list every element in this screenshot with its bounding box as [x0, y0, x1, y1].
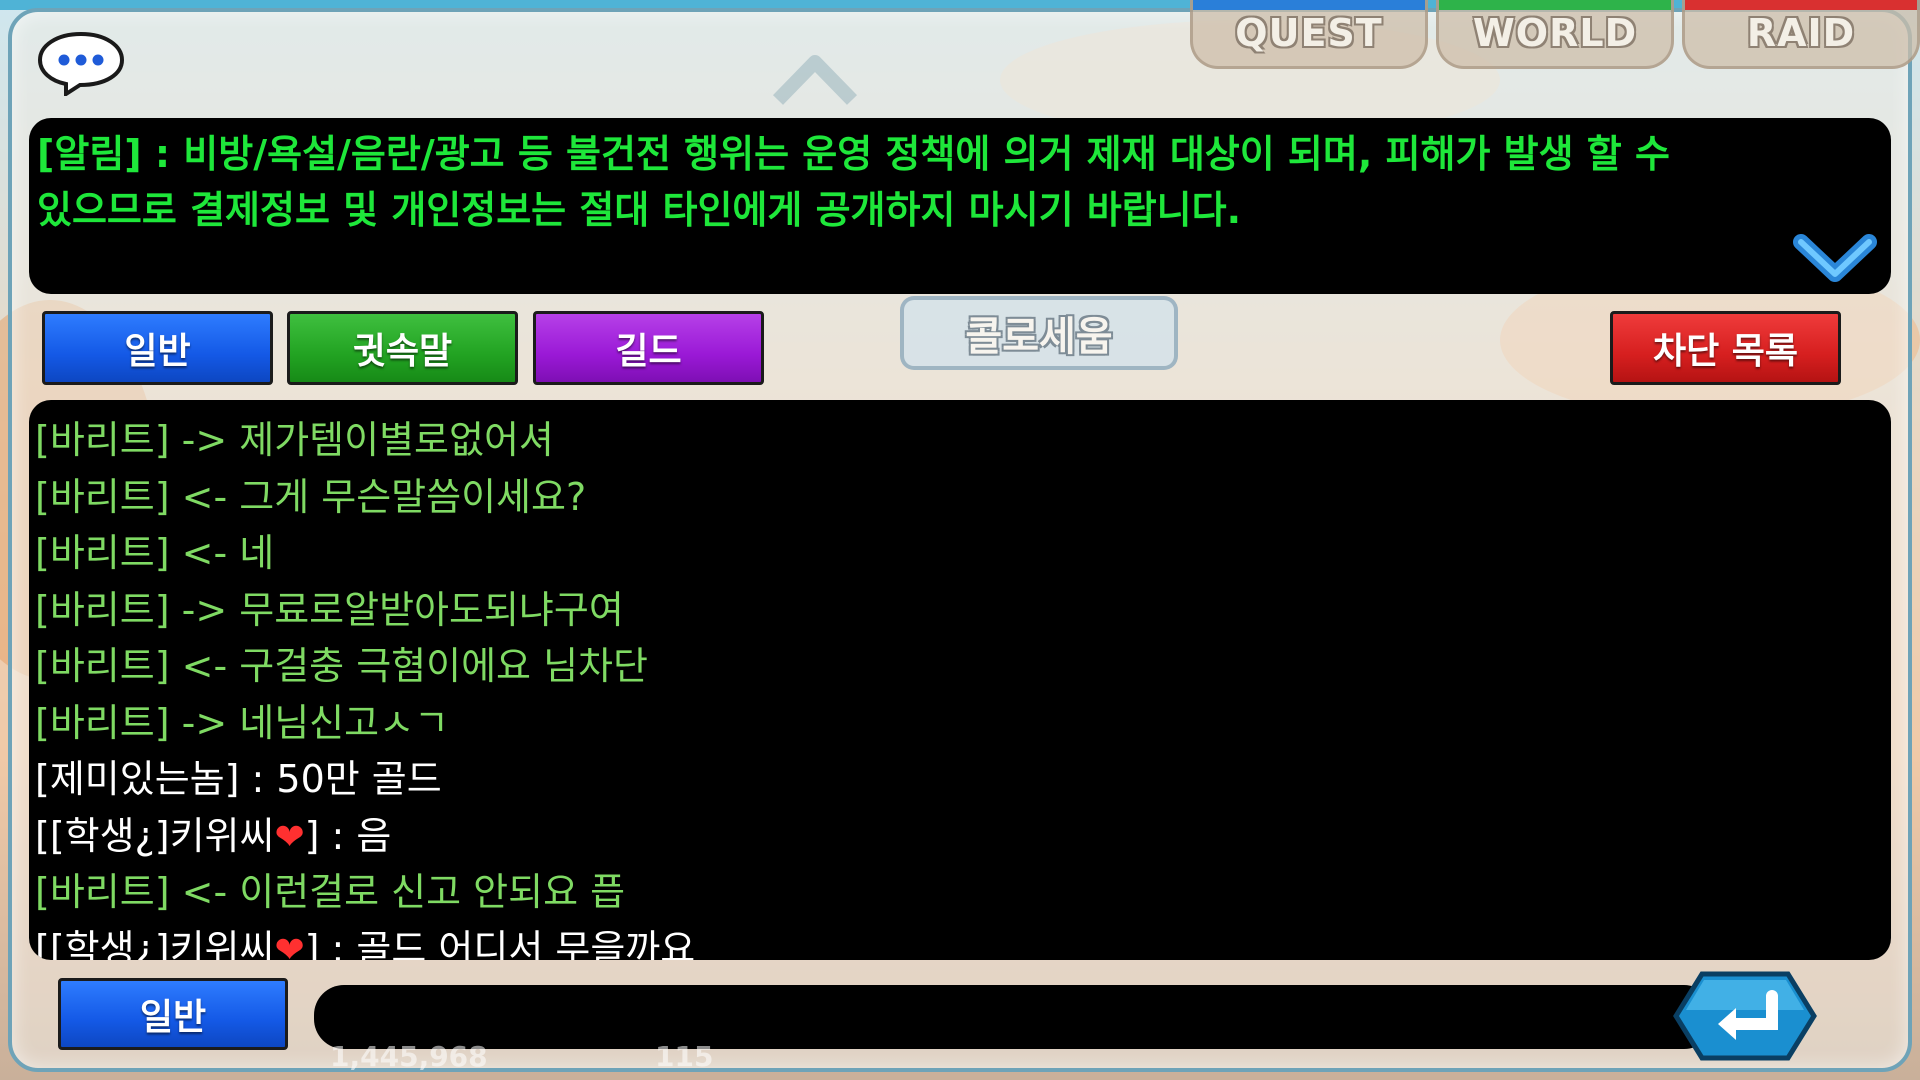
chat-line: [바리트] <- 네 — [35, 531, 275, 575]
notice-text: [알림] : 비방/욕설/음란/광고 등 불건전 행위는 운영 정책에 의거 제… — [37, 132, 1670, 232]
chat-line: [제미있는놈] : 50만 골드 — [35, 757, 442, 801]
chat-line: [바리트] -> 무료로알받아도되냐구여 — [35, 587, 624, 632]
speech-bubble-icon[interactable] — [36, 30, 126, 98]
chat-log[interactable]: [바리트] -> 제가템이별로없어셔 [바리트] <- 그게 무슨말씀이세요? … — [29, 400, 1891, 960]
channel-whisper-label: 귓속말 — [352, 331, 453, 372]
chat-sender: [[학생¿]키위씨 — [35, 926, 275, 961]
tab-quest[interactable]: QUEST — [1190, 0, 1428, 69]
tab-raid-label: RAID — [1746, 11, 1856, 55]
chat-line: [바리트] -> 제가템이별로없어셔 — [35, 418, 554, 462]
channel-general-label: 일반 — [124, 331, 191, 372]
chevron-down-icon[interactable] — [1793, 228, 1877, 292]
channel-guild-button[interactable]: 길드 — [533, 311, 764, 385]
input-channel-label: 일반 — [139, 997, 207, 1038]
enter-arrow-icon[interactable] — [1672, 970, 1818, 1062]
chat-line: [[학생¿]키위씨❤] : 골드 어디서 무을까요 — [35, 921, 695, 961]
channel-general-button[interactable]: 일반 — [42, 311, 273, 385]
location-sign: 콜로세움 — [900, 296, 1178, 370]
chat-lines: [바리트] -> 제가템이별로없어셔 [바리트] <- 그게 무슨말씀이세요? … — [35, 412, 695, 960]
tab-quest-label: QUEST — [1235, 11, 1383, 55]
energy-amount: 115 — [655, 1040, 714, 1073]
up-chevron-icon — [770, 48, 860, 108]
location-sign-label: 콜로세움 — [965, 314, 1113, 360]
tab-world-bar — [1439, 0, 1671, 10]
chat-input[interactable] — [314, 985, 1714, 1049]
tab-quest-bar — [1193, 0, 1425, 10]
tab-raid[interactable]: RAID — [1682, 0, 1920, 69]
block-list-label: 차단 목록 — [1652, 331, 1798, 372]
channel-whisper-button[interactable]: 귓속말 — [287, 311, 518, 385]
tab-world[interactable]: WORLD — [1436, 0, 1674, 69]
chat-line: [바리트] -> 네님신고ㅅㄱ — [35, 700, 450, 745]
chat-sender: [[학생¿]키위씨 — [35, 813, 275, 858]
input-channel-button[interactable]: 일반 — [58, 978, 288, 1050]
channel-guild-label: 길드 — [615, 331, 682, 372]
gold-amount: 1,445,968 — [330, 1040, 488, 1073]
block-list-button[interactable]: 차단 목록 — [1610, 311, 1841, 385]
chat-line: [바리트] <- 이런걸로 신고 안되요 픕 — [35, 870, 626, 914]
chat-message: ] : 음 — [304, 813, 392, 858]
chat-message: ] : 골드 어디서 무을까요 — [304, 926, 696, 961]
tab-raid-bar — [1685, 0, 1917, 10]
chat-line: [[학생¿]키위씨❤] : 음 — [35, 808, 695, 865]
heart-icon: ❤ — [274, 816, 305, 858]
tab-world-label: WORLD — [1472, 11, 1638, 55]
heart-icon: ❤ — [274, 929, 305, 961]
notice-panel: [알림] : 비방/욕설/음란/광고 등 불건전 행위는 운영 정책에 의거 제… — [29, 118, 1891, 294]
chat-line: [바리트] <- 그게 무슨말씀이세요? — [35, 474, 587, 519]
chat-line: [바리트] <- 구걸충 극혐이에요 님차단 — [35, 644, 648, 688]
